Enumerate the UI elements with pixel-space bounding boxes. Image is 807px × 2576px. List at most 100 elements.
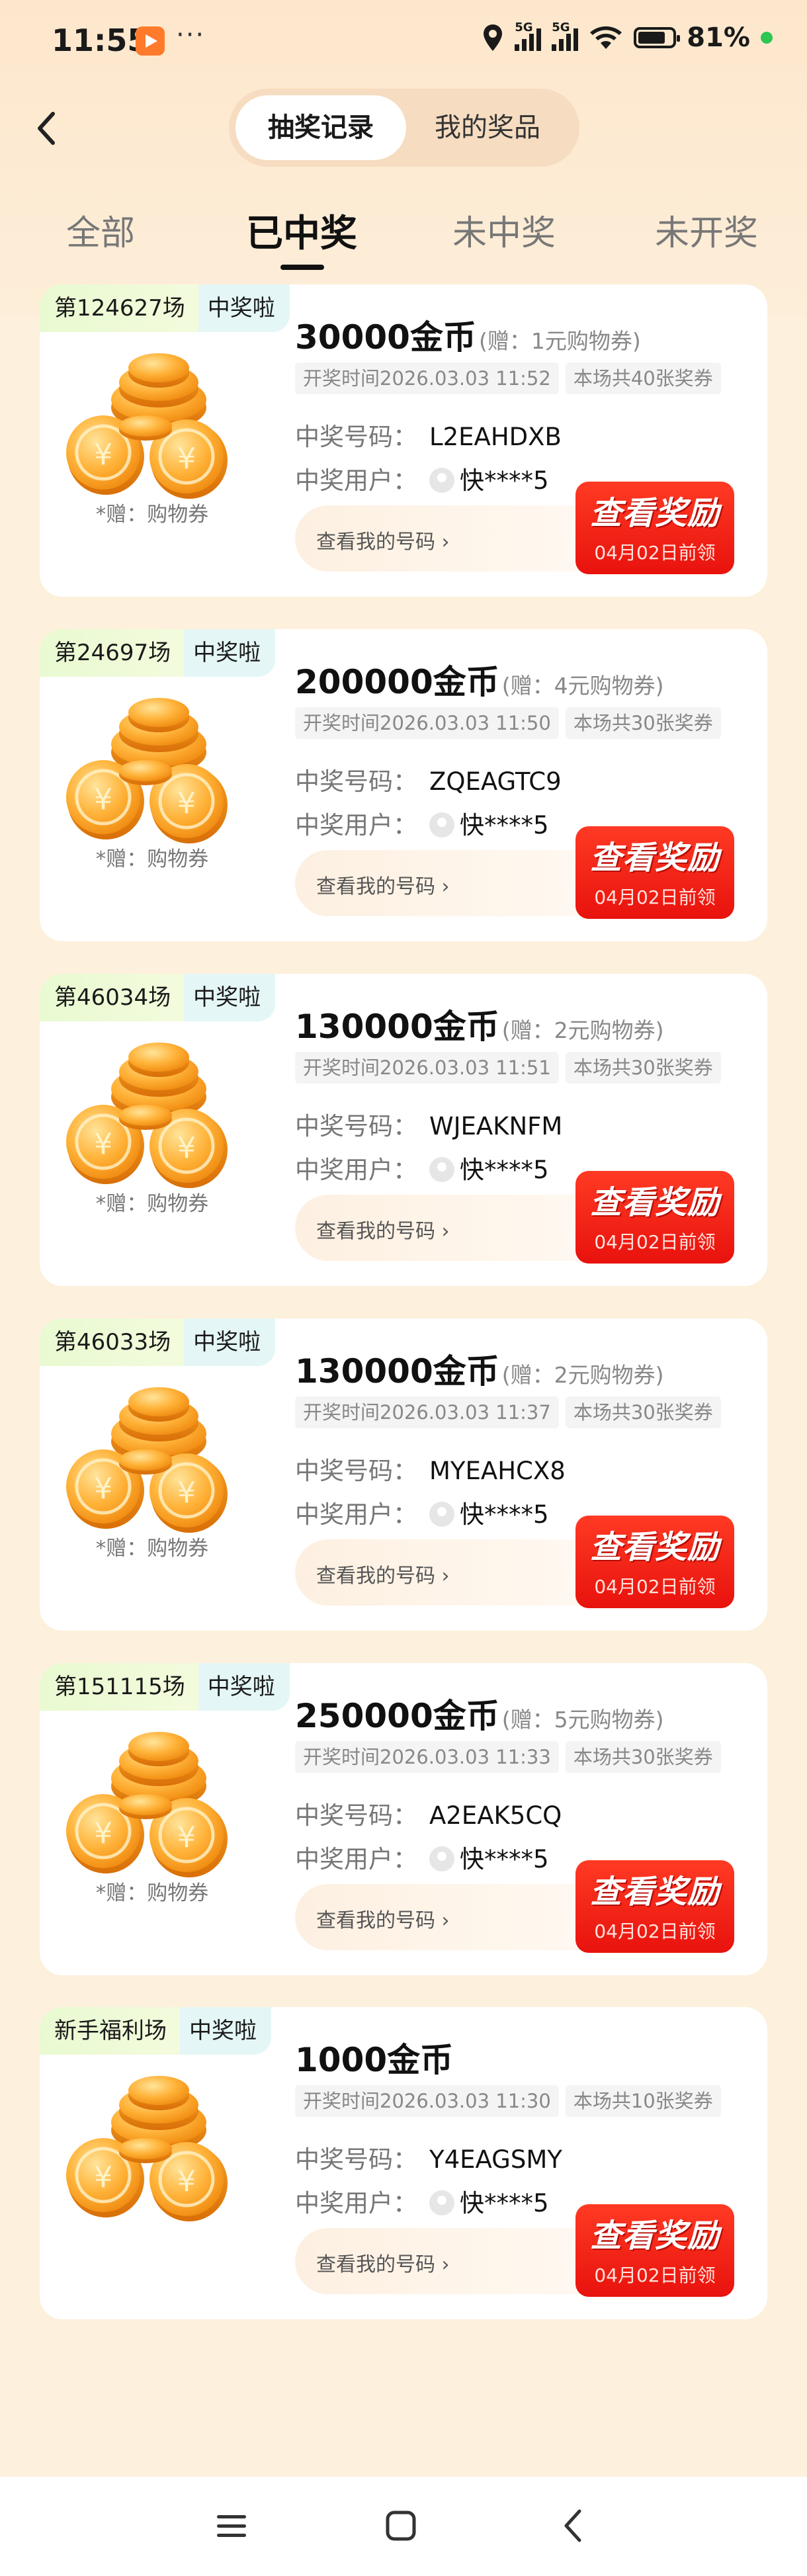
ticket-count: 本场共30张奖券 — [565, 1396, 721, 1428]
draw-time: 开奖时间2026.03.03 11:33 — [295, 1741, 559, 1773]
reward-label: 查看奖励 — [589, 2217, 720, 2254]
winner-badge: 中奖啦 — [184, 974, 276, 1021]
segment-draw-records[interactable]: 抽奖记录 — [235, 95, 406, 160]
round-label: 第46033场 — [40, 1318, 185, 1366]
avatar-icon — [429, 468, 454, 493]
status-right: 5G 5G 81% — [482, 21, 773, 53]
svg-text:¥: ¥ — [94, 1472, 112, 1506]
info-pills: 开奖时间2026.03.03 11:30 本场共10张奖券 — [295, 2085, 721, 2117]
wifi-icon — [590, 26, 622, 49]
winner-user-label: 中奖用户： — [295, 811, 417, 839]
winning-code-row: 中奖号码： ZQEAGTC9 — [295, 761, 562, 797]
gold-coins-icon: ¥ ¥ — [60, 689, 245, 854]
winner-user: 快****5 — [460, 1845, 549, 1873]
winner-user: 快****5 — [460, 2189, 549, 2217]
info-pills: 开奖时间2026.03.03 11:50 本场共30张奖券 — [295, 707, 721, 739]
gift-note: *赠：购物券 — [95, 1537, 209, 1561]
winning-code: MYEAHCX8 — [429, 1457, 566, 1485]
prize-gift: (赠：2元购物券) — [501, 1017, 664, 1043]
svg-text:¥: ¥ — [177, 1476, 196, 1510]
avatar-icon — [429, 1157, 454, 1182]
winning-code: A2EAK5CQ — [429, 1801, 562, 1830]
winning-code-row: 中奖号码： MYEAHCX8 — [295, 1451, 566, 1486]
view-reward-button[interactable]: 查看奖励 04月02日前领 — [575, 1516, 734, 1608]
prize-gift: (赠：4元购物券) — [501, 673, 664, 699]
winning-code-label: 中奖号码： — [295, 1457, 417, 1485]
ticket-count: 本场共10张奖券 — [565, 2085, 721, 2117]
winning-code-label: 中奖号码： — [295, 2145, 417, 2174]
winner-user-label: 中奖用户： — [295, 1845, 417, 1873]
winner-user-row: 中奖用户： 快****5 — [295, 1494, 549, 1530]
filter-tabs: 全部 已中奖 未中奖 未开奖 — [0, 198, 807, 284]
winner-user-row: 中奖用户： 快****5 — [295, 2183, 549, 2219]
winner-user-row: 中奖用户： 快****5 — [295, 460, 549, 496]
prize-title: 130000金币 (赠：2元购物券) — [295, 1000, 664, 1048]
winner-badge: 中奖啦 — [180, 2007, 271, 2055]
winner-badge: 中奖啦 — [198, 1663, 290, 1711]
tab-not-won[interactable]: 未中奖 — [452, 205, 556, 255]
battery-icon — [634, 27, 681, 48]
segment-my-prizes[interactable]: 我的奖品 — [402, 95, 573, 160]
view-reward-button[interactable]: 查看奖励 04月02日前领 — [575, 826, 734, 919]
ticket-count: 本场共30张奖券 — [565, 1741, 721, 1773]
video-app-icon — [136, 26, 165, 56]
battery-percent: 81% — [687, 22, 750, 53]
svg-text:¥: ¥ — [177, 2165, 196, 2198]
view-reward-button[interactable]: 查看奖励 04月02日前领 — [575, 1171, 734, 1264]
back-button[interactable] — [32, 108, 61, 148]
gold-coins-icon: ¥ ¥ — [60, 1723, 245, 1888]
status-bar: 11:55 ··· 5G 5G 81% — [0, 0, 807, 86]
reward-deadline: 04月02日前领 — [594, 1231, 716, 1253]
avatar-icon — [429, 1846, 454, 1871]
gift-note: *赠：购物券 — [95, 847, 209, 871]
svg-text:¥: ¥ — [177, 1821, 196, 1854]
round-tag: 第46033场 中奖啦 — [40, 1318, 276, 1366]
menu-icon[interactable] — [212, 2506, 251, 2546]
location-icon — [484, 24, 503, 51]
ticket-count: 本场共40张奖券 — [565, 363, 721, 394]
winning-code: ZQEAGTC9 — [429, 767, 562, 796]
gift-note: *赠：购物券 — [95, 503, 209, 527]
tab-won[interactable]: 已中奖 — [246, 204, 357, 257]
view-reward-button[interactable]: 查看奖励 04月02日前领 — [575, 482, 734, 574]
reward-deadline: 04月02日前领 — [594, 2264, 716, 2286]
round-tag: 第46034场 中奖啦 — [40, 974, 276, 1021]
view-reward-button[interactable]: 查看奖励 04月02日前领 — [575, 1860, 734, 1953]
avatar-icon — [429, 1502, 454, 1527]
signal-icon-2: 5G — [552, 21, 579, 51]
winner-user-label: 中奖用户： — [295, 466, 417, 495]
winning-code: WJEAKNFM — [429, 1112, 563, 1140]
prize-gift: (赠：2元购物券) — [501, 1362, 664, 1388]
winner-user-label: 中奖用户： — [295, 1500, 417, 1529]
avatar-icon — [429, 812, 454, 837]
winning-code: L2EAHDXB — [429, 423, 562, 451]
winning-code-row: 中奖号码： Y4EAGSMY — [295, 2139, 562, 2175]
info-pills: 开奖时间2026.03.03 11:51 本场共30张奖券 — [295, 1052, 721, 1084]
prize-amount: 200000金币 — [295, 663, 499, 701]
winner-badge: 中奖啦 — [198, 284, 290, 332]
tab-all[interactable]: 全部 — [66, 205, 135, 255]
gold-coins-icon: ¥ ¥ — [60, 1033, 245, 1199]
tab-not-drawn[interactable]: 未开奖 — [655, 205, 758, 255]
back-triangle-icon[interactable] — [554, 2506, 594, 2546]
svg-text:¥: ¥ — [177, 442, 196, 476]
draw-time: 开奖时间2026.03.03 11:37 — [295, 1396, 559, 1428]
prize-card: 第151115场 中奖啦 ¥ ¥ *赠：购物券 250000金币 (赠：5元购物券… — [40, 1663, 767, 1975]
round-tag: 新手福利场 中奖啦 — [40, 2007, 271, 2055]
prize-title: 250000金币 (赠：5元购物券) — [295, 1690, 664, 1737]
winner-user: 快****5 — [460, 466, 549, 495]
view-reward-button[interactable]: 查看奖励 04月02日前领 — [575, 2204, 734, 2297]
svg-text:¥: ¥ — [94, 438, 112, 472]
round-tag: 第24697场 中奖啦 — [40, 629, 276, 677]
network-label-1: 5G — [515, 21, 533, 34]
home-square-icon[interactable] — [381, 2506, 421, 2546]
reward-deadline: 04月02日前领 — [594, 1920, 716, 1942]
round-tag: 第151115场 中奖啦 — [40, 1663, 290, 1711]
svg-text:¥: ¥ — [94, 783, 112, 816]
view-my-code-label: 查看我的号码 › — [316, 2253, 450, 2276]
draw-time: 开奖时间2026.03.03 11:50 — [295, 707, 559, 739]
reward-deadline: 04月02日前领 — [594, 886, 716, 908]
winning-code-row: 中奖号码： WJEAKNFM — [295, 1106, 562, 1142]
svg-text:¥: ¥ — [94, 1127, 112, 1161]
gold-coins-icon: ¥ ¥ — [60, 344, 245, 509]
